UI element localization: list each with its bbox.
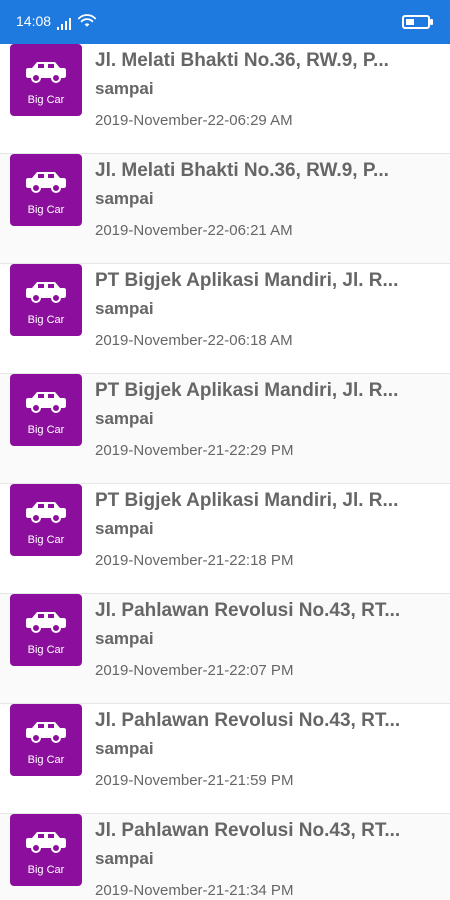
- vehicle-badge: Big Car: [10, 594, 82, 666]
- car-icon: [26, 392, 66, 413]
- wifi-icon: [78, 14, 96, 27]
- ride-timestamp: 2019-November-22-06:29 AM: [95, 112, 293, 129]
- ride-timestamp: 2019-November-21-21:59 PM: [95, 772, 294, 789]
- ride-destination: sampai: [95, 409, 154, 428]
- ride-destination: sampai: [95, 79, 154, 98]
- pickup-address: PT Bigjek Aplikasi Mandiri, Jl. R...: [95, 270, 399, 291]
- signal-icon: [57, 18, 71, 30]
- car-icon: [26, 722, 66, 743]
- car-icon: [26, 612, 66, 633]
- ride-history-row[interactable]: Big Car PT Bigjek Aplikasi Mandiri, Jl. …: [0, 264, 450, 374]
- car-icon: [26, 832, 66, 853]
- vehicle-type-label: Big Car: [27, 94, 65, 106]
- vehicle-badge: Big Car: [10, 484, 82, 556]
- pickup-address: Jl. Pahlawan Revolusi No.43, RT...: [95, 710, 401, 731]
- vehicle-badge: Big Car: [10, 374, 82, 446]
- vehicle-type-label: Big Car: [27, 204, 65, 216]
- car-icon: [26, 172, 66, 193]
- ride-destination: sampai: [95, 629, 154, 648]
- ride-timestamp: 2019-November-22-06:21 AM: [95, 222, 293, 239]
- pickup-address: PT Bigjek Aplikasi Mandiri, Jl. R...: [95, 490, 399, 511]
- vehicle-type-label: Big Car: [27, 644, 65, 656]
- ride-history-row[interactable]: Big Car Jl. Pahlawan Revolusi No.43, RT.…: [0, 704, 450, 814]
- pickup-address: Jl. Melati Bhakti No.36, RW.9, P...: [95, 160, 389, 181]
- ride-history-row[interactable]: Big Car Jl. Melati Bhakti No.36, RW.9, P…: [0, 44, 450, 154]
- vehicle-type-label: Big Car: [27, 864, 65, 876]
- ride-history-row[interactable]: Big Car PT Bigjek Aplikasi Mandiri, Jl. …: [0, 484, 450, 594]
- ride-history-list[interactable]: Big Car Jl. Melati Bhakti No.36, RW.9, P…: [0, 44, 450, 900]
- vehicle-badge: Big Car: [10, 154, 82, 226]
- vehicle-type-label: Big Car: [27, 314, 65, 326]
- ride-timestamp: 2019-November-21-21:34 PM: [95, 882, 294, 899]
- battery-icon: [402, 15, 433, 29]
- car-icon: [26, 502, 66, 523]
- vehicle-badge: Big Car: [10, 814, 82, 886]
- ride-destination: sampai: [95, 739, 154, 758]
- vehicle-type-label: Big Car: [27, 754, 65, 766]
- pickup-address: Jl. Melati Bhakti No.36, RW.9, P...: [95, 50, 389, 71]
- ride-history-row[interactable]: Big Car Jl. Melati Bhakti No.36, RW.9, P…: [0, 154, 450, 264]
- pickup-address: Jl. Pahlawan Revolusi No.43, RT...: [95, 600, 401, 621]
- ride-timestamp: 2019-November-21-22:29 PM: [95, 442, 294, 459]
- car-icon: [26, 282, 66, 303]
- ride-history-row[interactable]: Big Car Jl. Pahlawan Revolusi No.43, RT.…: [0, 814, 450, 900]
- ride-history-row[interactable]: Big Car PT Bigjek Aplikasi Mandiri, Jl. …: [0, 374, 450, 484]
- ride-history-row[interactable]: Big Car Jl. Pahlawan Revolusi No.43, RT.…: [0, 594, 450, 704]
- vehicle-type-label: Big Car: [27, 534, 65, 546]
- ride-destination: sampai: [95, 849, 154, 868]
- ride-destination: sampai: [95, 299, 154, 318]
- ride-timestamp: 2019-November-21-22:18 PM: [95, 552, 294, 569]
- vehicle-badge: Big Car: [10, 704, 82, 776]
- status-time: 14:08: [16, 13, 52, 29]
- car-icon: [26, 62, 66, 83]
- ride-destination: sampai: [95, 189, 154, 208]
- ride-timestamp: 2019-November-22-06:18 AM: [95, 332, 293, 349]
- pickup-address: Jl. Pahlawan Revolusi No.43, RT...: [95, 820, 401, 841]
- pickup-address: PT Bigjek Aplikasi Mandiri, Jl. R...: [95, 380, 399, 401]
- vehicle-badge: Big Car: [10, 264, 82, 336]
- ride-destination: sampai: [95, 519, 154, 538]
- vehicle-type-label: Big Car: [27, 424, 65, 436]
- status-bar: 14:08: [0, 0, 450, 44]
- vehicle-badge: Big Car: [10, 44, 82, 116]
- ride-timestamp: 2019-November-21-22:07 PM: [95, 662, 294, 679]
